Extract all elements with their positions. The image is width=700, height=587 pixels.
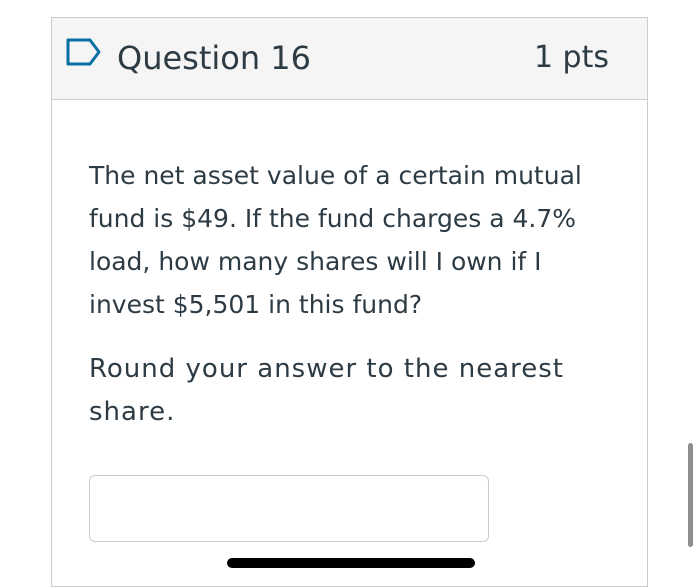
question-title: Question 16 (117, 39, 312, 77)
question-text: The net asset value of a certain mutual … (89, 161, 582, 319)
question-card: Question 16 1 pts The net asset value of… (51, 17, 648, 587)
answer-input[interactable] (89, 475, 489, 542)
instruction-text: Round your answer to the nearest share. (89, 354, 564, 427)
bookmark-flag-icon[interactable] (66, 38, 102, 66)
home-indicator (227, 558, 475, 568)
scrollbar-thumb[interactable] (688, 443, 693, 547)
question-points: 1 pts (533, 40, 609, 75)
question-header: Question 16 1 pts (52, 18, 647, 100)
